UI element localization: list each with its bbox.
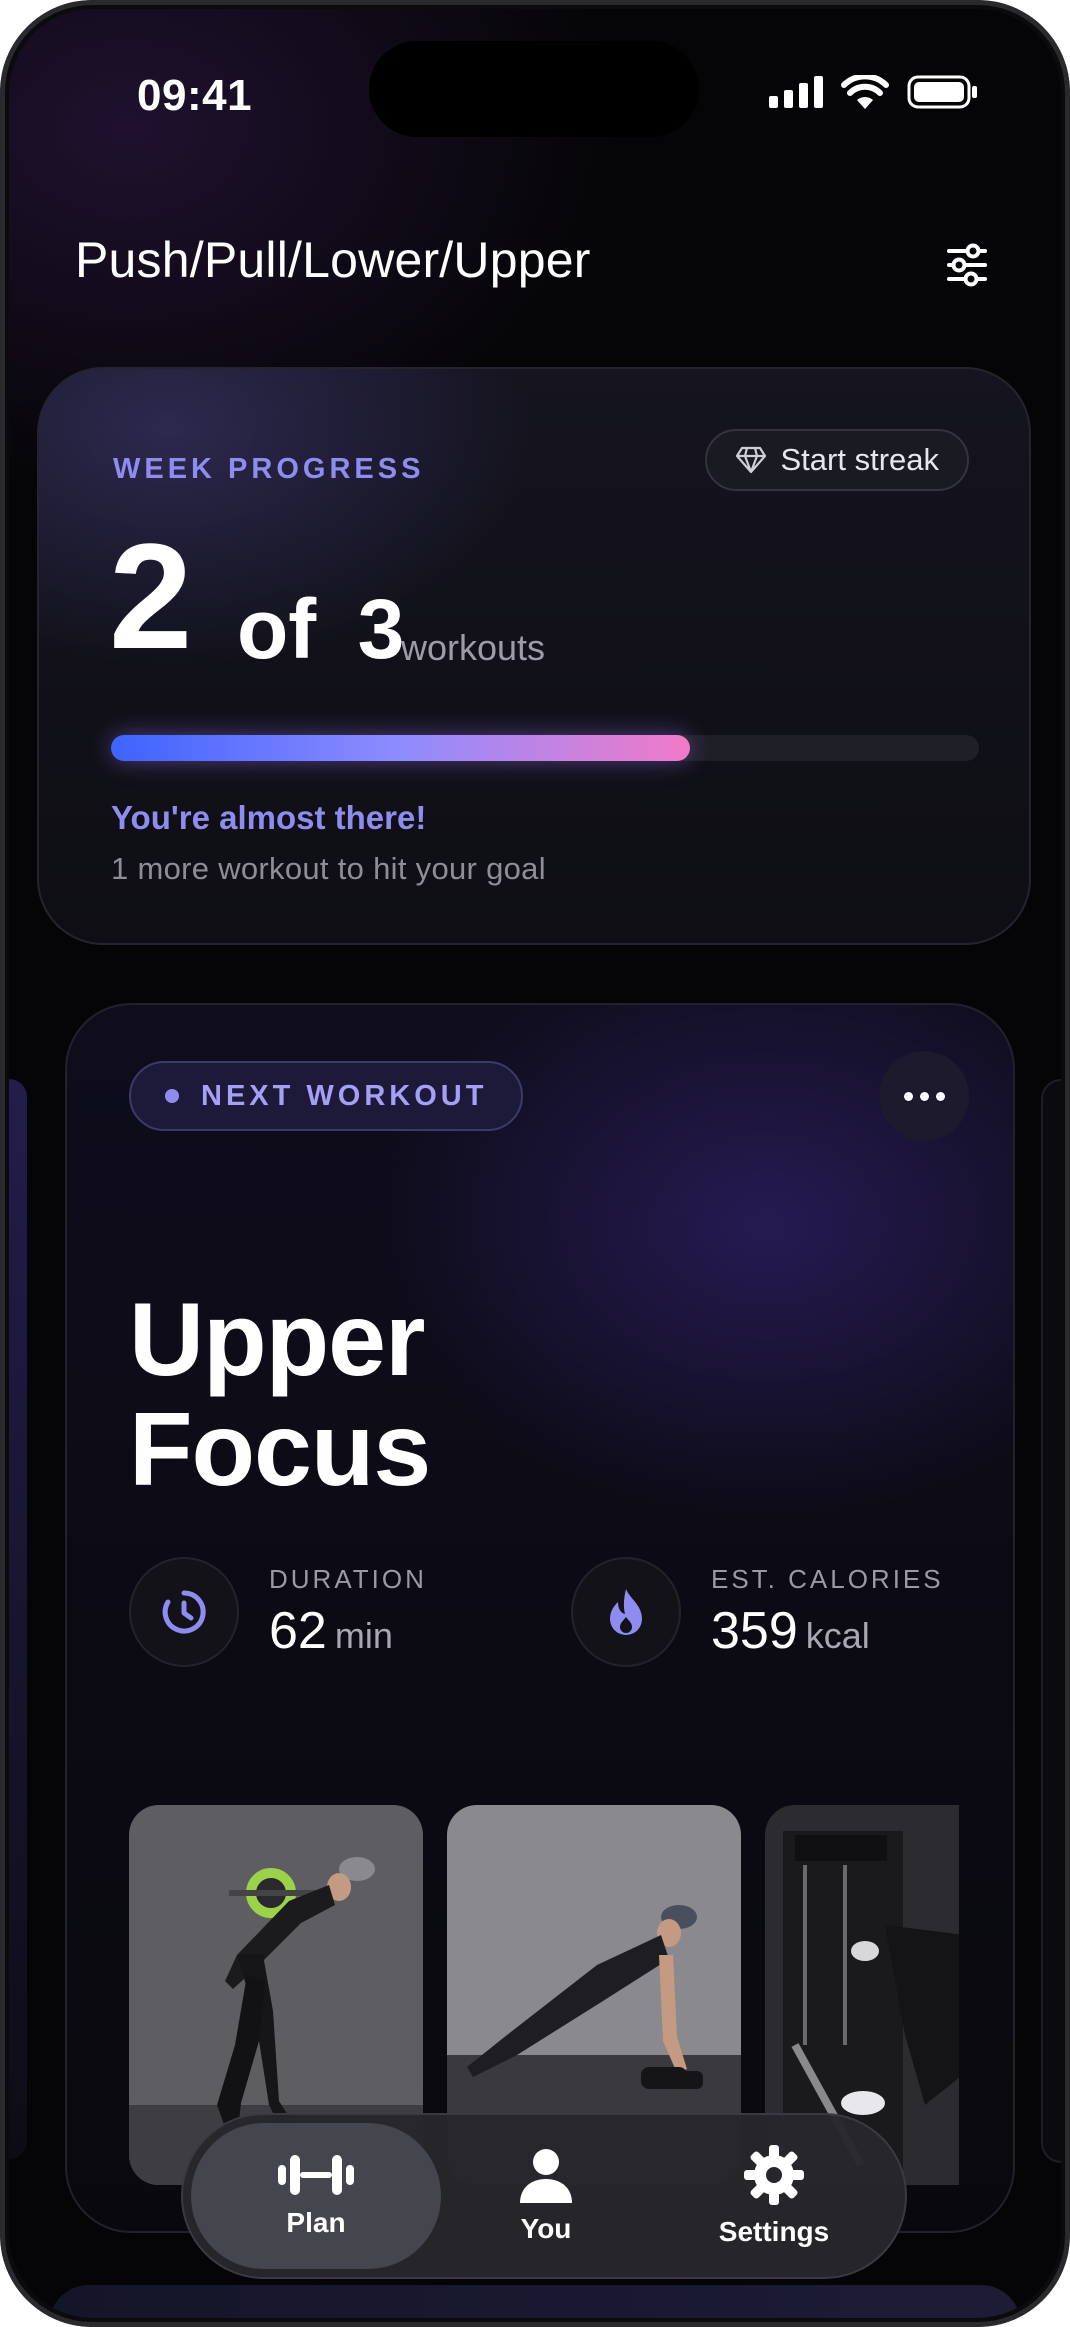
plan-title: Push/Pull/Lower/Upper	[75, 232, 591, 288]
tab-you-label: You	[520, 2213, 572, 2244]
tab-you[interactable]: You	[421, 2123, 671, 2269]
next-workout-card[interactable]: NEXT WORKOUT Upper Focus DURATION 62 min…	[65, 1003, 1015, 2233]
timer-icon	[162, 1590, 206, 1634]
week-progress-label: WEEK PROGRESS	[113, 453, 425, 485]
progress-message-subtitle: 1 more workout to hit your goal	[111, 851, 546, 886]
workout-title-line2: Focus	[129, 1392, 431, 1509]
duration-value: 62 min	[269, 1601, 427, 1661]
calories-label: EST. CALORIES	[711, 1563, 944, 1594]
badge-dot	[165, 1089, 179, 1103]
tab-settings[interactable]: Settings	[649, 2123, 899, 2269]
week-progress-bar	[111, 735, 979, 761]
wifi-icon	[841, 75, 889, 109]
calories-number: 359	[711, 1601, 798, 1660]
next-section-peek	[49, 2285, 1021, 2318]
workout-title-line1: Upper	[129, 1282, 425, 1398]
next-workout-badge-label: NEXT WORKOUT	[201, 1079, 488, 1112]
start-streak-label: Start streak	[780, 442, 940, 477]
tab-bar: Plan You Settings	[181, 2113, 907, 2279]
diamond-icon	[735, 446, 766, 474]
tab-settings-label: Settings	[718, 2216, 830, 2247]
duration-label: DURATION	[269, 1563, 427, 1594]
ellipsis-icon	[903, 1091, 913, 1101]
app-screen: 09:41 Push/Pull/Lower/Upper WEEK PROGRES…	[9, 9, 1061, 2318]
week-progress-card: WEEK PROGRESS Start streak 2 of 3 workou…	[37, 367, 1031, 945]
total-value: 3	[357, 582, 405, 676]
cellular-signal-icon	[769, 76, 823, 108]
workouts-total: of 3	[219, 587, 404, 671]
previous-workout-card-peek[interactable]	[9, 1079, 27, 2159]
duration-unit: min	[334, 1614, 393, 1656]
workouts-unit: workouts	[401, 627, 546, 668]
of-label: of	[237, 582, 317, 676]
start-streak-button[interactable]: Start streak	[704, 429, 969, 491]
phone-frame: 09:41 Push/Pull/Lower/Upper WEEK PROGRES…	[0, 0, 1070, 2327]
person-icon	[520, 2149, 572, 2203]
flame-icon	[610, 1589, 642, 1635]
duration-number: 62	[269, 1601, 327, 1660]
calories-stat: EST. CALORIES 359 kcal	[571, 1557, 944, 1667]
gear-icon	[744, 2145, 804, 2205]
status-icons	[769, 75, 979, 109]
tab-plan[interactable]: Plan	[191, 2123, 441, 2269]
calories-value: 359 kcal	[711, 1601, 944, 1661]
more-options-button[interactable]	[879, 1051, 969, 1141]
battery-icon	[907, 75, 977, 109]
filter-button[interactable]	[939, 237, 995, 293]
tab-plan-label: Plan	[286, 2207, 346, 2238]
next-workout-badge: NEXT WORKOUT	[129, 1061, 524, 1131]
calories-icon-circle	[571, 1557, 681, 1667]
next-workout-card-peek[interactable]	[1041, 1079, 1061, 2163]
dynamic-island	[369, 41, 699, 137]
progress-message-title: You're almost there!	[111, 799, 427, 836]
duration-stat: DURATION 62 min	[129, 1557, 427, 1667]
calories-unit: kcal	[805, 1614, 870, 1656]
week-progress-fill	[111, 735, 690, 761]
workouts-completed: 2	[109, 512, 193, 680]
dumbbell-icon	[278, 2155, 354, 2195]
workout-title: Upper Focus	[129, 1282, 431, 1509]
duration-icon-circle	[129, 1557, 239, 1667]
sliders-icon	[947, 243, 987, 287]
status-time: 09:41	[137, 71, 253, 120]
